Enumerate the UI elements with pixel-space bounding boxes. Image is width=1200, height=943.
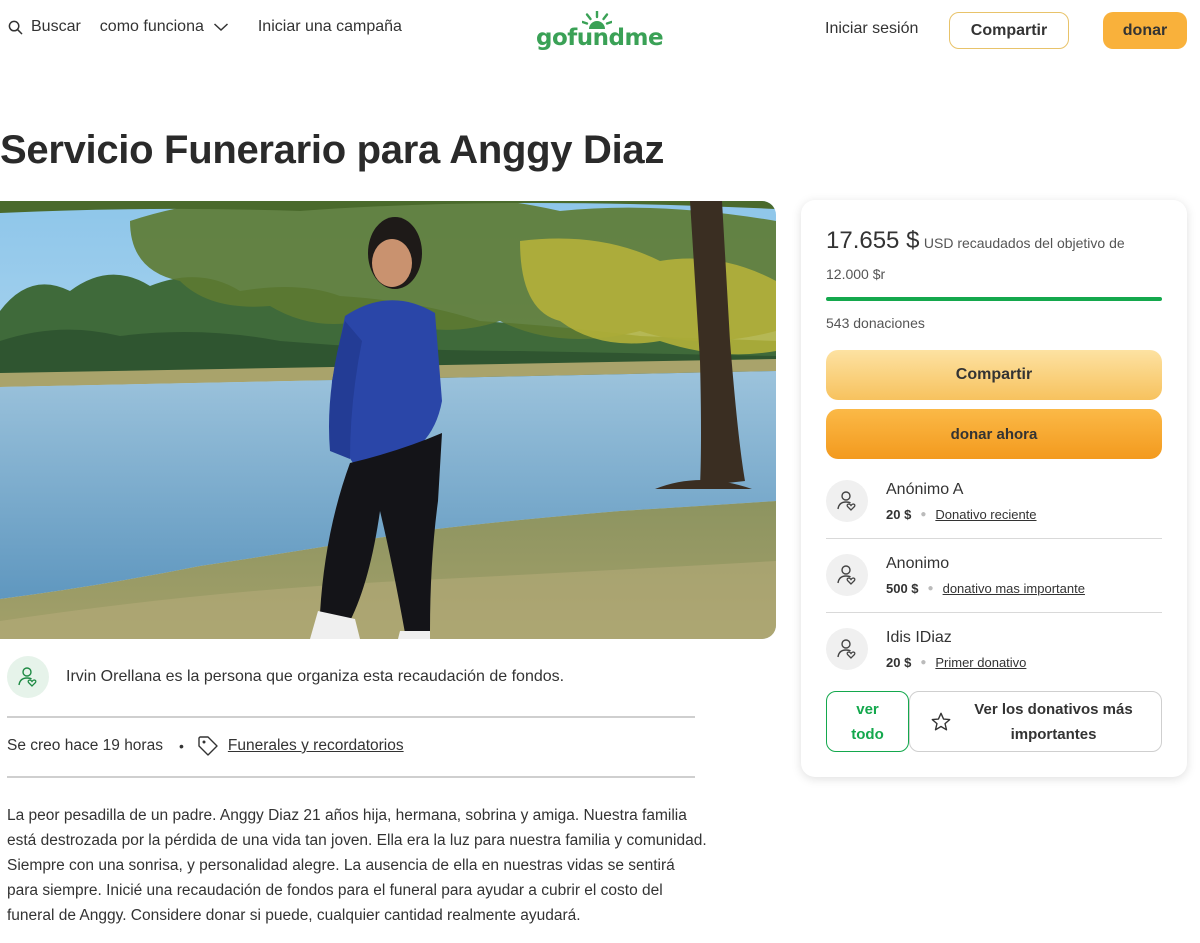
donor-details: 20 $ ● Primer donativo bbox=[886, 655, 1026, 670]
start-campaign-label: Iniciar una campaña bbox=[257, 18, 402, 35]
chevron-down-icon bbox=[213, 23, 228, 32]
organizer-icon bbox=[18, 667, 37, 687]
donor-divider bbox=[826, 538, 1162, 539]
top-nav: Buscar como funciona Iniciar una campaña… bbox=[0, 0, 1200, 62]
progress-fill bbox=[826, 297, 1162, 301]
search-button[interactable]: Buscar bbox=[8, 18, 81, 36]
donor-amount: 500 $ bbox=[886, 581, 919, 596]
donor-name: Idis IDiaz bbox=[886, 629, 952, 646]
raised-amount: 17.655 $ bbox=[826, 227, 920, 254]
nav-left: Buscar como funciona Iniciar una campaña bbox=[8, 18, 402, 36]
tag-icon bbox=[198, 736, 218, 756]
how-it-works-label: como funciona bbox=[99, 18, 204, 35]
donor-details: 500 $ ● donativo mas importante bbox=[886, 581, 1085, 596]
raised-summary: 17.655 $ USD recaudados del objetivo de … bbox=[826, 226, 1171, 290]
campaign-story: La peor pesadilla de un padre. Anggy Dia… bbox=[7, 807, 707, 924]
donations-count: 543 donaciones bbox=[826, 315, 925, 331]
signin-link[interactable]: Iniciar sesión bbox=[825, 20, 918, 38]
progress-bar bbox=[826, 297, 1162, 301]
donor-divider bbox=[826, 612, 1162, 613]
donor-icon bbox=[837, 491, 856, 511]
top-donations-button[interactable]: Ver los donativos más importantes bbox=[909, 691, 1162, 752]
logo-text: gofundme bbox=[536, 25, 664, 51]
organizer-row: Irvin Orellana es la persona que organiz… bbox=[7, 656, 564, 698]
donor-separator: ● bbox=[920, 509, 927, 520]
donor-icon bbox=[837, 639, 856, 659]
donor-label[interactable]: Primer donativo bbox=[935, 655, 1026, 670]
donor-item: Anonimo 500 $ ● donativo mas importante bbox=[826, 551, 1162, 625]
created-time: Se creo hace 19 horas bbox=[7, 737, 163, 754]
category-link[interactable]: Funerales y recordatorios bbox=[197, 735, 404, 757]
donation-card: 17.655 $ USD recaudados del objetivo de … bbox=[801, 200, 1187, 777]
organizer-text: Irvin Orellana es la persona que organiz… bbox=[66, 668, 565, 685]
how-it-works-menu[interactable]: como funciona bbox=[100, 18, 229, 36]
start-campaign-link[interactable]: Iniciar una campaña bbox=[258, 18, 402, 36]
donor-item: Anónimo A 20 $ ● Donativo reciente bbox=[826, 477, 1162, 551]
donor-separator: ● bbox=[920, 657, 927, 668]
top-donations-label: Ver los donativos más importantes bbox=[974, 700, 1133, 743]
donor-amount: 20 $ bbox=[886, 655, 912, 670]
donate-now-button[interactable]: donar ahora bbox=[826, 409, 1162, 459]
search-label: Buscar bbox=[31, 18, 81, 35]
donor-label[interactable]: Donativo reciente bbox=[935, 507, 1036, 522]
donor-avatar bbox=[826, 628, 868, 670]
category-label: Funerales y recordatorios bbox=[227, 737, 404, 754]
campaign-meta: Se creo hace 19 horas • Funerales y reco… bbox=[7, 735, 404, 757]
search-icon bbox=[8, 20, 23, 34]
see-all-button[interactable]: ver todo bbox=[826, 691, 909, 752]
share-button[interactable]: Compartir bbox=[826, 350, 1162, 400]
donor-separator: ● bbox=[927, 583, 934, 594]
donor-name: Anonimo bbox=[886, 555, 950, 572]
donor-name: Anónimo A bbox=[886, 481, 964, 498]
gofundme-logo[interactable]: gofundme bbox=[536, 11, 664, 51]
share-button-header[interactable]: Compartir bbox=[949, 12, 1069, 49]
meta-separator: • bbox=[178, 738, 184, 754]
divider bbox=[7, 776, 695, 778]
divider bbox=[7, 716, 695, 718]
donate-button-header[interactable]: donar bbox=[1103, 12, 1187, 49]
donor-icon bbox=[837, 565, 856, 585]
donor-item: Idis IDiaz 20 $ ● Primer donativo bbox=[826, 625, 1162, 699]
donor-avatar bbox=[826, 554, 868, 596]
campaign-title: Servicio Funerario para Anggy Diaz bbox=[0, 128, 665, 172]
campaign-photo[interactable] bbox=[0, 201, 776, 639]
donor-details: 20 $ ● Donativo reciente bbox=[886, 507, 1037, 522]
donor-amount: 20 $ bbox=[886, 507, 912, 522]
donor-avatar bbox=[826, 480, 868, 522]
star-icon bbox=[931, 712, 951, 730]
organizer-avatar bbox=[7, 656, 49, 698]
donor-label[interactable]: donativo mas importante bbox=[943, 581, 1085, 596]
